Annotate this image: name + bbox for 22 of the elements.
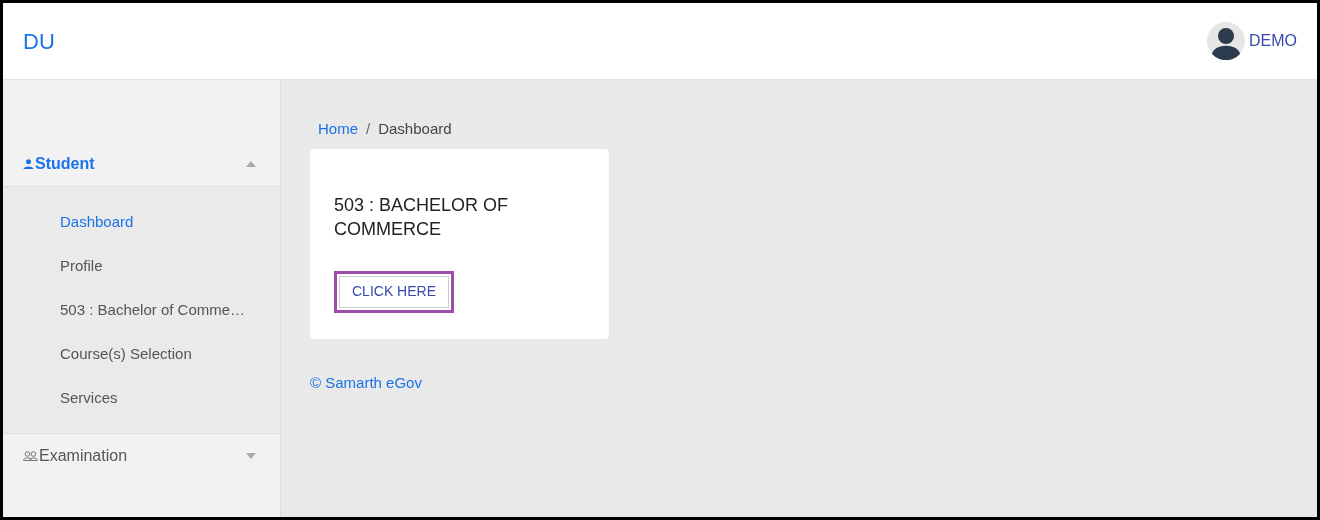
breadcrumb-separator: / (366, 119, 371, 139)
click-here-button[interactable]: CLICK HERE (339, 275, 450, 308)
sidebar-item[interactable]: 503 : Bachelor of Comme… (3, 288, 280, 332)
caret-up-icon (246, 161, 256, 167)
breadcrumb-current: Dashboard (378, 119, 452, 139)
sidebar-item[interactable]: Profile (3, 244, 280, 288)
people-icon (23, 451, 38, 461)
sidebar-item[interactable]: Dashboard (3, 200, 280, 244)
sidebar-section[interactable]: Student (3, 142, 280, 186)
person-icon (23, 159, 34, 169)
sidebar-section[interactable]: Examination (3, 434, 280, 478)
sidebar-item[interactable]: Services (3, 376, 280, 420)
footer-link[interactable]: © Samarth eGov (310, 371, 1317, 394)
sidebar-item[interactable]: Course(s) Selection (3, 332, 280, 376)
caret-down-icon (246, 453, 256, 459)
breadcrumb-link[interactable]: Home (318, 118, 358, 141)
user-name[interactable]: DEMO (1249, 29, 1297, 53)
section-label: Student (35, 154, 95, 174)
course-title: 503 : BACHELOR OF COMMERCE (334, 193, 510, 241)
section-label: Examination (39, 446, 128, 466)
brand-logo[interactable]: DU (23, 24, 55, 58)
avatar-icon[interactable] (1207, 22, 1245, 60)
